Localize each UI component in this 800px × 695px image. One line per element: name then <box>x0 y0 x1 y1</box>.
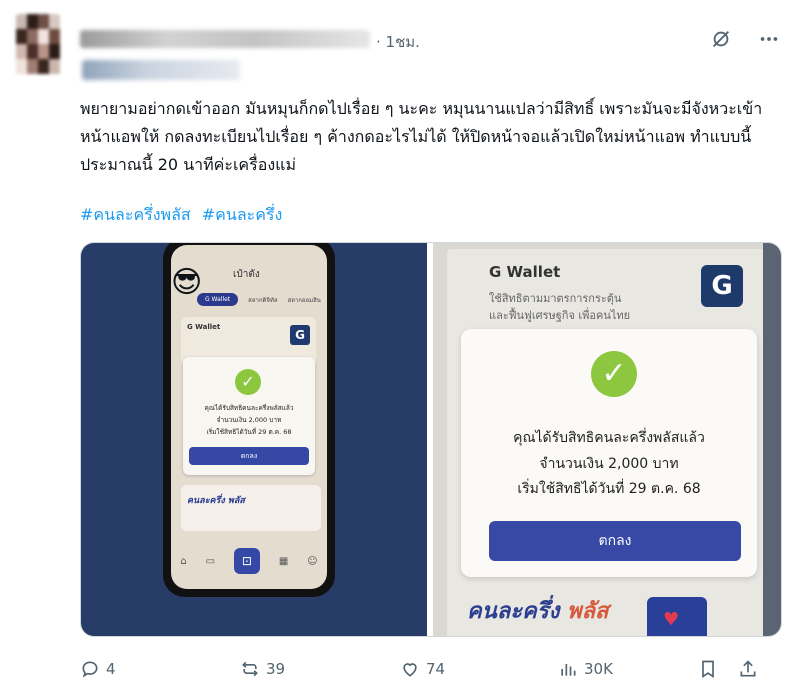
view-count: 30K <box>584 660 613 678</box>
g-logo-icon: G <box>290 325 310 345</box>
avatar[interactable] <box>16 14 60 74</box>
background-edge <box>763 243 781 636</box>
heart-outline-icon <box>403 663 417 677</box>
tab-3: สลากออมสิน <box>287 296 321 304</box>
photo-2[interactable]: G Wallet ใช้สิทธิตามมาตรการกระตุ้น และฟื… <box>433 243 781 636</box>
success-dialog: ✓ คุณได้รับสิทธิคนละครึ่งพลัสแล้ว จำนวนเ… <box>461 329 757 577</box>
promo-banner: คนละครึ่ง พลัส <box>181 485 321 531</box>
more-options-icon[interactable] <box>756 26 782 52</box>
banner-text: คนละครึ่ง <box>467 599 560 624</box>
banner-text-accent: พลัส <box>567 599 609 624</box>
action-bar: 4 39 74 30K <box>80 656 782 682</box>
check-icon: ✓ <box>235 369 261 395</box>
reply-count: 4 <box>106 660 116 678</box>
card-title: G Wallet <box>187 323 221 331</box>
media-grid: 😎 เป๋าตัง G Wallet สลากดิจิทัล สลากออมสิ… <box>80 242 782 637</box>
dialog-line: คุณได้รับสิทธิคนละครึ่งพลัสแล้ว <box>513 430 705 446</box>
grok-icon[interactable] <box>708 26 734 52</box>
handle-blurred[interactable] <box>82 60 240 80</box>
post-text: พยายามอย่ากดเข้าออก มันหมุนก็กดไปเรื่อย … <box>80 99 763 174</box>
profile-icon: ☺ <box>307 555 318 567</box>
like-count: 74 <box>426 660 446 678</box>
home-icon: ⌂ <box>180 555 187 567</box>
grid-icon: ▦ <box>278 555 289 567</box>
repost-count: 39 <box>266 660 286 678</box>
hashtag-link[interactable]: #คนละครึ่งพลัส <box>80 205 191 224</box>
ok-button: ตกลง <box>489 521 741 561</box>
reply-button[interactable]: 4 <box>80 659 192 679</box>
promo-banner: คนละครึ่ง พลัส <box>467 593 608 628</box>
repost-icon <box>242 661 258 677</box>
banner-text: คนละครึ่ง พลัส <box>187 496 245 506</box>
gwallet-card-closeup: G Wallet ใช้สิทธิตามมาตรการกระตุ้น และฟื… <box>447 249 777 636</box>
g-logo-icon: G <box>701 265 743 307</box>
card-subtitle: ใช้สิทธิตามมาตรการกระตุ้น <box>489 292 622 305</box>
check-icon: ✓ <box>591 351 637 397</box>
bottom-nav: ⌂ ▭ ⊡ ▦ ☺ <box>171 543 327 579</box>
tab-2: สลากดิจิทัล <box>248 296 278 304</box>
hashtags: #คนละครึ่งพลัส #คนละครึ่ง <box>80 203 288 228</box>
reply-icon <box>82 661 98 678</box>
heart-icon: ♥ <box>663 609 680 630</box>
share-button[interactable] <box>738 659 778 679</box>
post-time[interactable]: · 1ชม. <box>376 30 420 54</box>
bookmark-button[interactable] <box>698 659 738 679</box>
analytics-icon <box>561 664 576 676</box>
dialog-line: คุณได้รับสิทธิคนละครึ่งพลัสแล้ว <box>204 404 294 412</box>
display-name-blurred[interactable] <box>80 30 370 48</box>
photo-1[interactable]: 😎 เป๋าตัง G Wallet สลากดิจิทัล สลากออมสิ… <box>81 243 427 636</box>
success-dialog: ✓ คุณได้รับสิทธิคนละครึ่งพลัสแล้ว จำนวนเ… <box>183 357 315 475</box>
repost-button[interactable]: 39 <box>192 659 360 679</box>
dialog-line: จำนวนเงิน 2,000 บาท <box>216 416 282 424</box>
share-icon <box>740 660 756 677</box>
app-title: เป๋าตัง <box>233 269 260 280</box>
views-button[interactable]: 30K <box>520 659 698 679</box>
tab-gwallet: G Wallet <box>197 293 239 306</box>
dialog-line: เริ่มใช้สิทธิได้วันที่ 29 ต.ค. 68 <box>517 481 701 497</box>
phone-device: 😎 เป๋าตัง G Wallet สลากดิจิทัล สลากออมสิ… <box>163 243 335 597</box>
hashtag-link[interactable]: #คนละครึ่ง <box>202 205 283 224</box>
scan-icon: ⊡ <box>233 548 260 574</box>
ok-button: ตกลง <box>189 447 309 465</box>
dialog-line: จำนวนเงิน 2,000 บาท <box>539 456 679 472</box>
dialog-line: เริ่มใช้สิทธิได้วันที่ 29 ต.ค. 68 <box>206 428 292 436</box>
wallet-icon: ▭ <box>205 555 216 567</box>
like-button[interactable]: 74 <box>360 659 520 679</box>
bookmark-icon <box>702 660 714 679</box>
card-title: G Wallet <box>489 263 561 281</box>
card-subtitle: และฟื้นฟูเศรษฐกิจ เพื่อคนไทย <box>489 309 631 322</box>
